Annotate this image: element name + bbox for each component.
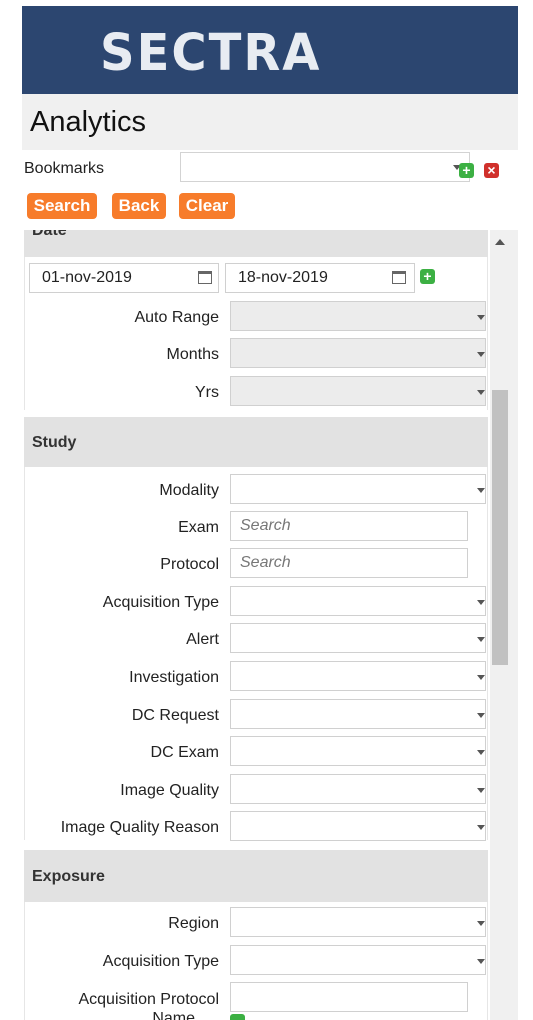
add-date-range-icon[interactable]: + (420, 269, 435, 284)
alert-select[interactable] (230, 623, 486, 653)
date-section-header: Date (24, 230, 488, 257)
chevron-down-icon (477, 488, 485, 493)
exposure-section-header[interactable]: Exposure (24, 850, 488, 902)
acquisition-type-select[interactable] (230, 586, 486, 616)
acquisition-protocol-label-2: Name (152, 1010, 195, 1020)
scroll-up-icon[interactable] (495, 239, 505, 245)
sectra-logo: SECTRA (100, 24, 322, 83)
auto-range-label: Auto Range (134, 309, 219, 326)
modality-select[interactable] (230, 474, 486, 504)
chevron-down-icon (477, 713, 485, 718)
chevron-down-icon (477, 675, 485, 680)
dc-request-label: DC Request (131, 707, 219, 724)
exposure-section-title: Exposure (32, 868, 105, 885)
chevron-down-icon (477, 390, 485, 395)
alert-label: Alert (186, 631, 219, 648)
exposure-section-body: Region Acquisition Type Acquisition Prot… (24, 902, 488, 1020)
filter-content: Date 01-nov-2019 18-nov-2019 + Auto Rang… (22, 230, 488, 1020)
months-label: Months (166, 346, 219, 363)
search-button[interactable]: Search (27, 193, 97, 219)
chevron-down-icon (477, 352, 485, 357)
scrollbar-thumb[interactable] (492, 390, 508, 665)
yrs-label: Yrs (195, 384, 219, 401)
protocol-search-input[interactable]: Search (230, 548, 468, 578)
study-section-body: Modality Exam Search Protocol Search Acq… (24, 467, 488, 841)
investigation-select[interactable] (230, 661, 486, 691)
yrs-select[interactable] (230, 376, 486, 406)
bookmarks-label: Bookmarks (24, 160, 105, 177)
bookmarks-toolbar: Bookmarks + × Search Back Clear (22, 150, 518, 230)
dc-exam-label: DC Exam (150, 744, 219, 761)
image-quality-label: Image Quality (120, 782, 219, 799)
exposure-acquisition-type-select[interactable] (230, 945, 486, 975)
acquisition-protocol-label: Acquisition Protocol (78, 991, 219, 1008)
chevron-down-icon (477, 825, 485, 830)
page-title-bar: Analytics (22, 94, 518, 150)
exam-label: Exam (178, 519, 219, 536)
chevron-down-icon (477, 600, 485, 605)
chevron-down-icon (477, 750, 485, 755)
delete-bookmark-icon[interactable]: × (484, 163, 499, 178)
bookmarks-select[interactable] (180, 152, 470, 182)
date-section-title: Date (32, 230, 67, 239)
region-label: Region (168, 915, 219, 932)
investigation-label: Investigation (129, 669, 219, 686)
calendar-icon[interactable] (392, 271, 406, 284)
exposure-acquisition-type-label: Acquisition Type (102, 953, 219, 970)
add-protocol-icon[interactable] (230, 1014, 245, 1020)
app-header: SECTRA (22, 6, 518, 94)
from-date-input[interactable]: 01-nov-2019 (29, 263, 219, 293)
chevron-down-icon (477, 315, 485, 320)
image-quality-select[interactable] (230, 774, 486, 804)
acquisition-protocol-input[interactable] (230, 982, 468, 1012)
back-button[interactable]: Back (112, 193, 166, 219)
date-section-body: 01-nov-2019 18-nov-2019 + Auto Range Mon… (24, 257, 488, 410)
modality-label: Modality (159, 482, 219, 499)
calendar-icon[interactable] (198, 271, 212, 284)
region-select[interactable] (230, 907, 486, 937)
months-select[interactable] (230, 338, 486, 368)
chevron-down-icon (477, 959, 485, 964)
dc-request-select[interactable] (230, 699, 486, 729)
study-section-title: Study (32, 434, 77, 451)
dc-exam-select[interactable] (230, 736, 486, 766)
protocol-label: Protocol (160, 556, 219, 573)
acquisition-type-label: Acquisition Type (102, 594, 219, 611)
add-bookmark-icon[interactable]: + (459, 163, 474, 178)
vertical-scrollbar[interactable] (490, 230, 518, 1020)
to-date-input[interactable]: 18-nov-2019 (225, 263, 415, 293)
filter-panel[interactable]: Date 01-nov-2019 18-nov-2019 + Auto Rang… (22, 230, 518, 1020)
clear-button[interactable]: Clear (179, 193, 235, 219)
chevron-down-icon (477, 637, 485, 642)
chevron-down-icon (477, 921, 485, 926)
auto-range-select[interactable] (230, 301, 486, 331)
chevron-down-icon (477, 788, 485, 793)
image-quality-reason-select[interactable] (230, 811, 486, 841)
image-quality-reason-label: Image Quality Reason (60, 819, 219, 836)
page-title: Analytics (30, 106, 147, 138)
study-section-header[interactable]: Study (24, 417, 488, 467)
exam-search-input[interactable]: Search (230, 511, 468, 541)
